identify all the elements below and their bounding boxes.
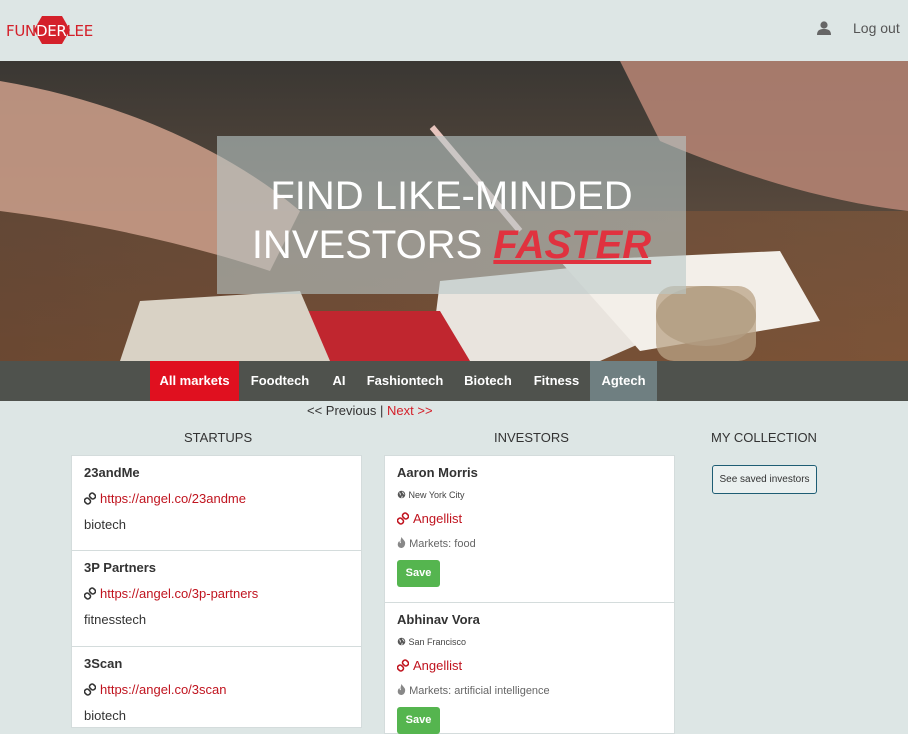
- startup-name: 3Scan: [84, 656, 123, 671]
- angellist-link[interactable]: Angellist: [397, 658, 462, 673]
- pager-separator: |: [380, 403, 384, 418]
- investor-location: San Francisco: [397, 637, 466, 647]
- collection-heading: MY COLLECTION: [711, 430, 817, 445]
- tab-all-markets[interactable]: All markets: [150, 361, 239, 401]
- startups-heading: STARTUPS: [184, 430, 253, 445]
- startup-card: 3Scan https://angel.co/3scan biotech: [71, 646, 362, 728]
- investor-location: New York City: [397, 490, 465, 500]
- startup-market: biotech: [84, 708, 126, 723]
- logo-text: FUNDERLEE: [6, 22, 93, 40]
- tab-foodtech[interactable]: Foodtech: [242, 361, 318, 401]
- investor-card: Abhinav Vora San Francisco Angellist Mar…: [384, 602, 675, 734]
- link-icon: [84, 683, 96, 696]
- fire-icon: [397, 537, 406, 548]
- tab-fitness[interactable]: Fitness: [525, 361, 588, 401]
- user-icon[interactable]: [816, 20, 834, 38]
- market-nav: All markets Foodtech AI Fashiontech Biot…: [0, 361, 908, 401]
- link-icon: [397, 512, 409, 525]
- startup-card: 3P Partners https://angel.co/3p-partners…: [71, 550, 362, 647]
- startup-card: 23andMe https://angel.co/23andme biotech: [71, 455, 362, 551]
- logout-link[interactable]: Log out: [853, 20, 900, 36]
- startup-name: 23andMe: [84, 465, 140, 480]
- tab-agtech[interactable]: Agtech: [590, 361, 657, 401]
- link-icon: [84, 587, 96, 600]
- investor-card: Aaron Morris New York City Angellist Mar…: [384, 455, 675, 603]
- investor-name: Abhinav Vora: [397, 612, 480, 627]
- investor-markets: Markets: food: [397, 537, 476, 550]
- tab-biotech[interactable]: Biotech: [455, 361, 521, 401]
- investor-markets: Markets: artificial intelligence: [397, 684, 550, 697]
- startup-url-link[interactable]: https://angel.co/3p-partners: [84, 586, 258, 601]
- fire-icon: [397, 684, 406, 695]
- hero-banner: FIND LIKE-MINDED INVESTORS FASTER: [0, 61, 908, 361]
- hero-headline-line2: INVESTORS FASTER: [251, 223, 652, 267]
- startup-url-link[interactable]: https://angel.co/3scan: [84, 682, 226, 697]
- link-icon: [84, 492, 96, 505]
- globe-icon: [397, 490, 406, 499]
- startup-market: fitnesstech: [84, 612, 147, 627]
- next-link[interactable]: Next >>: [387, 403, 433, 418]
- link-icon: [397, 659, 409, 672]
- hero-headline-line1: FIND LIKE-MINDED: [270, 174, 633, 218]
- startup-name: 3P Partners: [84, 560, 157, 575]
- angellist-link[interactable]: Angellist: [397, 511, 462, 526]
- hero-headline-box: FIND LIKE-MINDED INVESTORS FASTER: [217, 136, 686, 294]
- pagination: << Previous | Next >>: [307, 403, 433, 418]
- globe-icon: [397, 637, 406, 646]
- save-button[interactable]: Save: [397, 707, 440, 734]
- funderlee-logo[interactable]: FUNDERLEE: [4, 14, 100, 46]
- investors-heading: INVESTORS: [494, 430, 569, 445]
- hero-emphasis: FASTER: [493, 223, 652, 267]
- tab-fashiontech[interactable]: Fashiontech: [359, 361, 451, 401]
- startup-market: biotech: [84, 517, 126, 532]
- investor-name: Aaron Morris: [397, 465, 478, 480]
- see-saved-investors-button[interactable]: See saved investors: [712, 465, 817, 494]
- startup-url-link[interactable]: https://angel.co/23andme: [84, 491, 246, 506]
- previous-link[interactable]: << Previous: [307, 403, 376, 418]
- top-bar: FUNDERLEE Log out: [0, 0, 908, 61]
- save-button[interactable]: Save: [397, 560, 440, 587]
- tab-ai[interactable]: AI: [322, 361, 356, 401]
